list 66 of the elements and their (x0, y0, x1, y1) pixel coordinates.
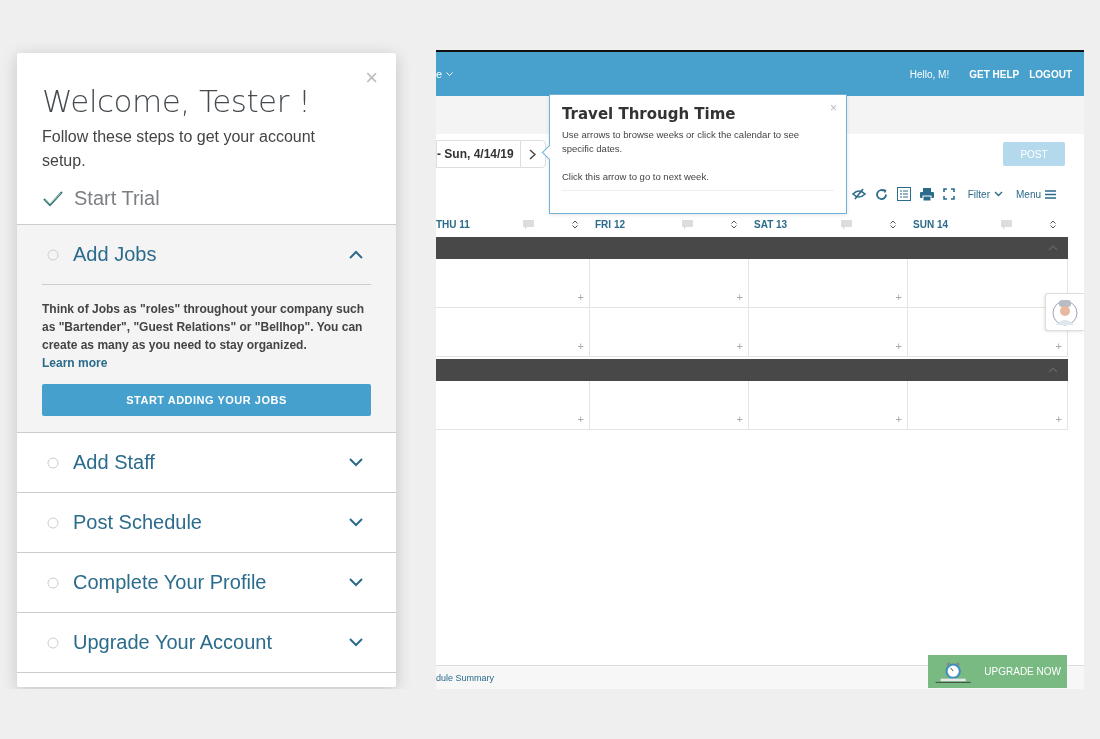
header-link[interactable]: GET HELP (969, 68, 1020, 80)
tooltip-text: Use arrows to browse weeks or click the calendar to see specific dates. (562, 128, 801, 156)
tooltip-title: Travel Through Time (562, 105, 736, 123)
sort-icon[interactable] (731, 220, 737, 229)
day-header[interactable]: FRI 12 (595, 219, 625, 230)
welcome-title: Welcome, Tester ! (42, 83, 312, 119)
chevron-down-icon[interactable] (349, 518, 363, 527)
menu-button[interactable]: Menu (1016, 188, 1056, 200)
learn-more-link[interactable]: Learn more (42, 354, 371, 372)
print-icon[interactable] (919, 187, 934, 201)
add-shift-button[interactable]: + (736, 340, 743, 352)
menu-icon (1045, 189, 1056, 199)
list-icon[interactable] (896, 187, 911, 201)
add-shift-button[interactable]: + (736, 291, 743, 303)
circle-icon (47, 516, 59, 529)
refresh-icon[interactable] (874, 187, 888, 201)
step-title[interactable]: Add Staff (73, 451, 155, 474)
checkmark-icon (42, 189, 64, 208)
filter-button[interactable]: Filter (967, 188, 1003, 200)
step-title[interactable]: Add Jobs (73, 243, 157, 266)
sort-icon[interactable] (1050, 220, 1056, 229)
add-shift-button[interactable]: + (577, 340, 584, 352)
step-description: Think of Jobs as "roles" throughout your company such as "Bartender", "Guest Relations" or "Bellhop". You can create as many as you need to stay organized. (42, 301, 366, 354)
circle-icon (47, 576, 59, 589)
expand-icon[interactable] (942, 188, 955, 200)
chevron-down-icon (994, 191, 1003, 197)
chevron-down-icon[interactable] (349, 638, 363, 647)
add-shift-button[interactable]: + (895, 340, 902, 352)
close-icon[interactable]: × (830, 101, 837, 115)
add-shift-button[interactable]: + (895, 291, 902, 303)
caret-icon (446, 71, 454, 77)
circle-icon (47, 456, 59, 469)
menu-label[interactable]: e (436, 68, 443, 80)
circle-icon (47, 636, 59, 649)
day-header[interactable]: SAT 13 (754, 219, 788, 230)
welcome-subtitle: Follow these steps to get your account setup. (42, 127, 317, 171)
add-shift-button[interactable]: + (736, 413, 743, 425)
chevron-down-icon[interactable] (349, 458, 363, 467)
circle-icon (47, 248, 59, 261)
greeting: Hello, M! (909, 68, 950, 80)
hide-icon[interactable] (851, 188, 866, 200)
tooltip-text: Click this arrow to go to next week. (562, 170, 710, 184)
add-shift-button[interactable]: + (577, 413, 584, 425)
add-shift-button[interactable]: + (577, 291, 584, 303)
step-label: Start Trial (74, 187, 160, 210)
step-title[interactable]: Complete Your Profile (73, 571, 267, 594)
add-shift-button[interactable]: + (1055, 413, 1062, 425)
chevron-right-icon (529, 148, 537, 160)
next-week-button[interactable] (519, 140, 546, 168)
start-adding-button[interactable]: START ADDING YOUR JOBS (42, 384, 371, 416)
upgrade-now-button[interactable]: UPGRADE NOW (928, 655, 1067, 688)
chevron-down-icon[interactable] (349, 578, 363, 587)
date-range[interactable]: - Sun, 4/14/19 (436, 140, 520, 168)
add-shift-button[interactable]: + (1055, 340, 1062, 352)
add-shift-button[interactable]: + (895, 413, 902, 425)
step-title[interactable]: Upgrade Your Account (73, 631, 273, 654)
day-header[interactable]: SUN 14 (913, 219, 948, 230)
sort-icon[interactable] (572, 220, 578, 229)
summary-link[interactable]: dule Summary (436, 672, 495, 683)
sort-icon[interactable] (890, 220, 896, 229)
close-button[interactable]: × (365, 67, 378, 89)
chevron-up-icon[interactable] (349, 250, 363, 259)
header-link[interactable]: LOGOUT (1029, 68, 1072, 80)
chef-figure-icon (1051, 297, 1079, 327)
step-title[interactable]: Post Schedule (73, 511, 202, 534)
day-header[interactable]: THU 11 (436, 219, 470, 230)
